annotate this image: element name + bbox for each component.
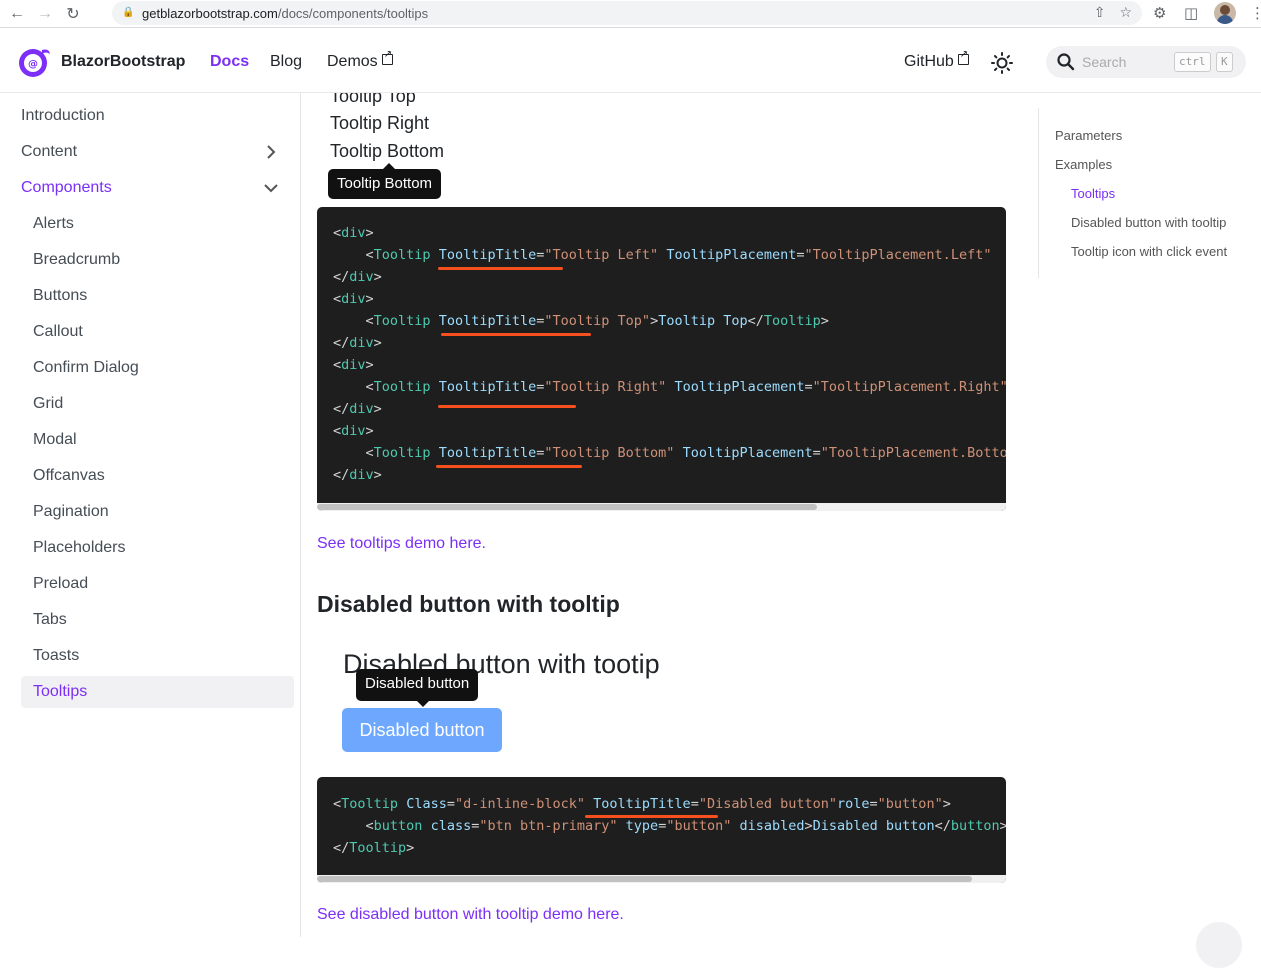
sidebar-item-tabs[interactable]: Tabs [33, 611, 67, 629]
sidebar-item-callout[interactable]: Callout [33, 323, 83, 341]
toc-examples[interactable]: Examples [1055, 157, 1112, 172]
sidebar-item-confirm-dialog[interactable]: Confirm Dialog [33, 359, 139, 377]
chevron-right-icon[interactable] [264, 145, 278, 159]
site-header: @ BlazorBootstrap Docs Blog Demos GitHub… [0, 32, 1261, 93]
nav-demos[interactable]: Demos [327, 49, 393, 71]
reload-icon[interactable]: ↻ [62, 3, 84, 25]
back-icon[interactable]: ← [6, 3, 28, 25]
sidebar-item-tooltips[interactable]: Tooltips [33, 683, 87, 701]
sidebar-item-offcanvas[interactable]: Offcanvas [33, 467, 105, 485]
code-block-tooltips: <div> <Tooltip TooltipTitle="Tooltip Lef… [317, 207, 1006, 511]
svg-text:@: @ [28, 59, 38, 70]
search-input[interactable]: Search ctrl K [1046, 46, 1246, 78]
code-scrollbar-thumb[interactable] [317, 504, 817, 510]
brand-name[interactable]: BlazorBootstrap [61, 53, 185, 71]
nav-github[interactable]: GitHub [904, 49, 969, 71]
disabled-button-tooltip: Disabled button [356, 669, 479, 701]
side-panel-icon[interactable]: ◫ [1184, 4, 1198, 22]
see-tooltips-demo-link[interactable]: See tooltips demo here. [317, 535, 486, 553]
lock-icon: 🔒 [122, 7, 135, 18]
theme-toggle-sun-icon[interactable] [991, 52, 1013, 74]
blazor-logo-icon[interactable]: @ [16, 46, 52, 78]
url-text: getblazorbootstrap.com/docs/components/t… [142, 5, 429, 21]
extensions-icon[interactable]: ⚙ [1153, 4, 1166, 22]
demo-tooltip-right[interactable]: Tooltip Right [330, 113, 429, 134]
disabled-button: Disabled button [342, 708, 502, 752]
kbd-k: K [1216, 52, 1233, 72]
sidebar-item-alerts[interactable]: Alerts [33, 215, 74, 233]
bookmark-star-icon[interactable]: ☆ [1119, 4, 1132, 21]
external-link-icon [381, 49, 393, 65]
sidebar-item-placeholders[interactable]: Placeholders [33, 539, 126, 557]
search-icon [1057, 53, 1075, 71]
main-content: Tooltip Top Tooltip Right Tooltip Bottom… [301, 93, 1041, 937]
sidebar-item-buttons[interactable]: Buttons [33, 287, 87, 305]
share-icon[interactable]: ⇧ [1094, 4, 1106, 21]
tooltip-arrow [417, 701, 429, 707]
demo-tooltip-bottom[interactable]: Tooltip Bottom [330, 141, 444, 162]
sidebar-item-modal[interactable]: Modal [33, 431, 77, 449]
sidebar-item-content[interactable]: Content [21, 143, 77, 161]
sidebar-item-components[interactable]: Components [21, 179, 112, 197]
tooltip-bottom-popup: Tooltip Bottom [328, 169, 442, 199]
nav-docs[interactable]: Docs [210, 53, 249, 71]
sidebar-item-preload[interactable]: Preload [33, 575, 88, 593]
annotation-underline [438, 267, 563, 270]
toc-disabled-button[interactable]: Disabled button with tooltip [1071, 215, 1226, 230]
sidebar-item-pagination[interactable]: Pagination [33, 503, 109, 521]
annotation-underline [441, 333, 591, 336]
annotation-underline [438, 405, 576, 408]
see-disabled-demo-link[interactable]: See disabled button with tooltip demo he… [317, 906, 624, 924]
toc-tooltips[interactable]: Tooltips [1071, 186, 1115, 201]
annotation-underline [436, 465, 582, 468]
code-disabled-content: <Tooltip Class="d-inline-block" TooltipT… [333, 796, 1006, 856]
code-scrollbar-thumb[interactable] [317, 876, 972, 882]
external-link-icon [957, 49, 969, 65]
code-tooltips-content: <div> <Tooltip TooltipTitle="Tooltip Lef… [333, 225, 1006, 483]
table-of-contents: Parameters Examples Tooltips Disabled bu… [1038, 108, 1248, 278]
sidebar-item-breadcrumb[interactable]: Breadcrumb [33, 251, 120, 269]
sidebar: Introduction Content Components Alerts B… [0, 93, 301, 937]
browser-menu-icon[interactable]: ⋮ [1250, 4, 1261, 22]
nav-blog[interactable]: Blog [270, 53, 302, 71]
toc-parameters[interactable]: Parameters [1055, 128, 1122, 143]
address-bar[interactable]: 🔒 getblazorbootstrap.com/docs/components… [112, 1, 1142, 25]
demo-tooltip-top[interactable]: Tooltip Top [330, 93, 416, 107]
profile-avatar[interactable] [1214, 2, 1236, 24]
sidebar-item-toasts[interactable]: Toasts [33, 647, 79, 665]
sidebar-item-introduction[interactable]: Introduction [21, 107, 105, 125]
toc-tooltip-icon[interactable]: Tooltip icon with click event [1071, 244, 1227, 259]
scroll-to-top-button[interactable] [1196, 922, 1242, 968]
annotation-underline [585, 815, 718, 818]
sidebar-item-grid[interactable]: Grid [33, 395, 63, 413]
section-heading-disabled-button: Disabled button with tooltip [317, 591, 620, 617]
code-block-disabled-button: <Tooltip Class="d-inline-block" TooltipT… [317, 777, 1006, 883]
browser-toolbar: ← → ↻ 🔒 getblazorbootstrap.com/docs/comp… [0, 0, 1261, 28]
kbd-ctrl: ctrl [1174, 52, 1211, 72]
forward-icon[interactable]: → [34, 3, 56, 25]
chevron-down-icon[interactable] [264, 181, 278, 195]
search-placeholder: Search [1082, 54, 1127, 70]
